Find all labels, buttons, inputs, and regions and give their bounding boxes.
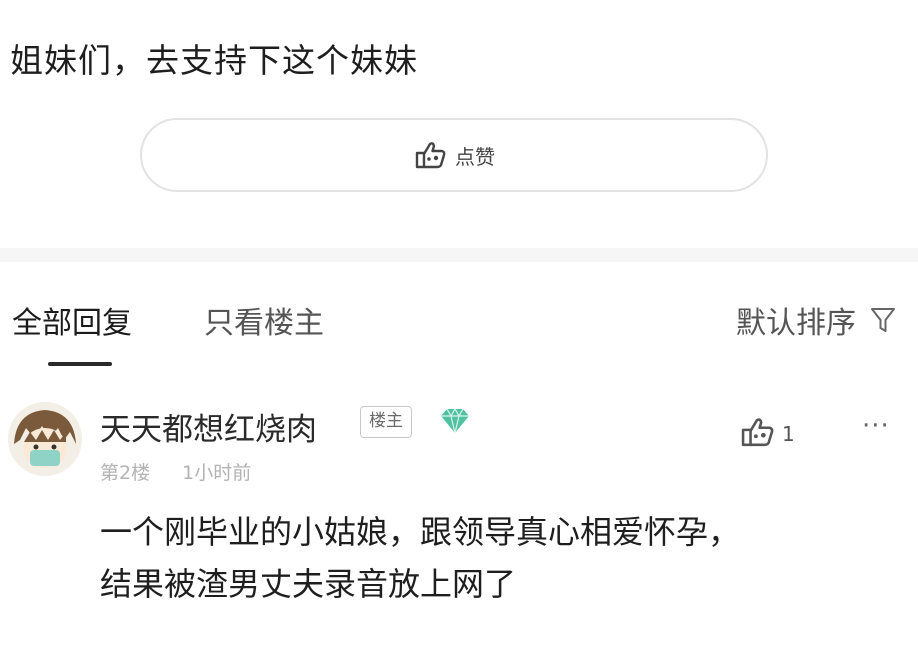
tab-all-replies[interactable]: 全部回复 [12,298,132,342]
post-time: 1小时前 [182,462,252,484]
username[interactable]: 天天都想红烧肉 [100,404,317,449]
active-tab-indicator [48,362,112,366]
diamond-icon [438,406,472,440]
like-button[interactable]: 点赞 [140,118,768,192]
post-text: 姐妹们，去支持下这个妹妹 [10,41,418,80]
page: 姐妹们，去支持下这个妹妹 点赞 全部回复 只看楼主 默认排序 天天都想红烧肉 楼… [0,0,918,650]
more-dots-icon[interactable]: ··· [862,413,890,439]
comment-body: 一个刚毕业的小姑娘，跟领导真心相爱怀孕， 结果被渣男丈夫录音放上网了 [100,506,900,610]
sort-label: 默认排序 [736,306,856,341]
comment-meta: 第2楼 1小时前 [100,458,251,485]
like-label: 点赞 [455,144,495,169]
filter-funnel-icon [870,306,896,334]
like-count: 1 [782,422,795,446]
comment-like-button[interactable]: 1 [738,416,795,452]
thumbs-up-icon [738,416,778,452]
comment-line: 一个刚毕业的小姑娘，跟领导真心相爱怀孕， [100,513,741,551]
sort-dropdown[interactable]: 默认排序 [736,298,896,342]
tab-op-only[interactable]: 只看楼主 [204,298,324,342]
comment-line: 结果被渣男丈夫录音放上网了 [100,565,517,603]
reply-tabs: 全部回复 只看楼主 默认排序 [0,292,918,372]
floor-number: 第2楼 [100,462,151,484]
section-divider [0,248,918,262]
comment-item: 天天都想红烧肉 楼主 第2楼 1小时前 1 ··· 一个刚毕业的小姑娘，跟领导真… [0,394,918,634]
op-badge: 楼主 [360,406,412,438]
thumbs-up-icon [413,140,449,170]
avatar[interactable] [8,402,82,476]
